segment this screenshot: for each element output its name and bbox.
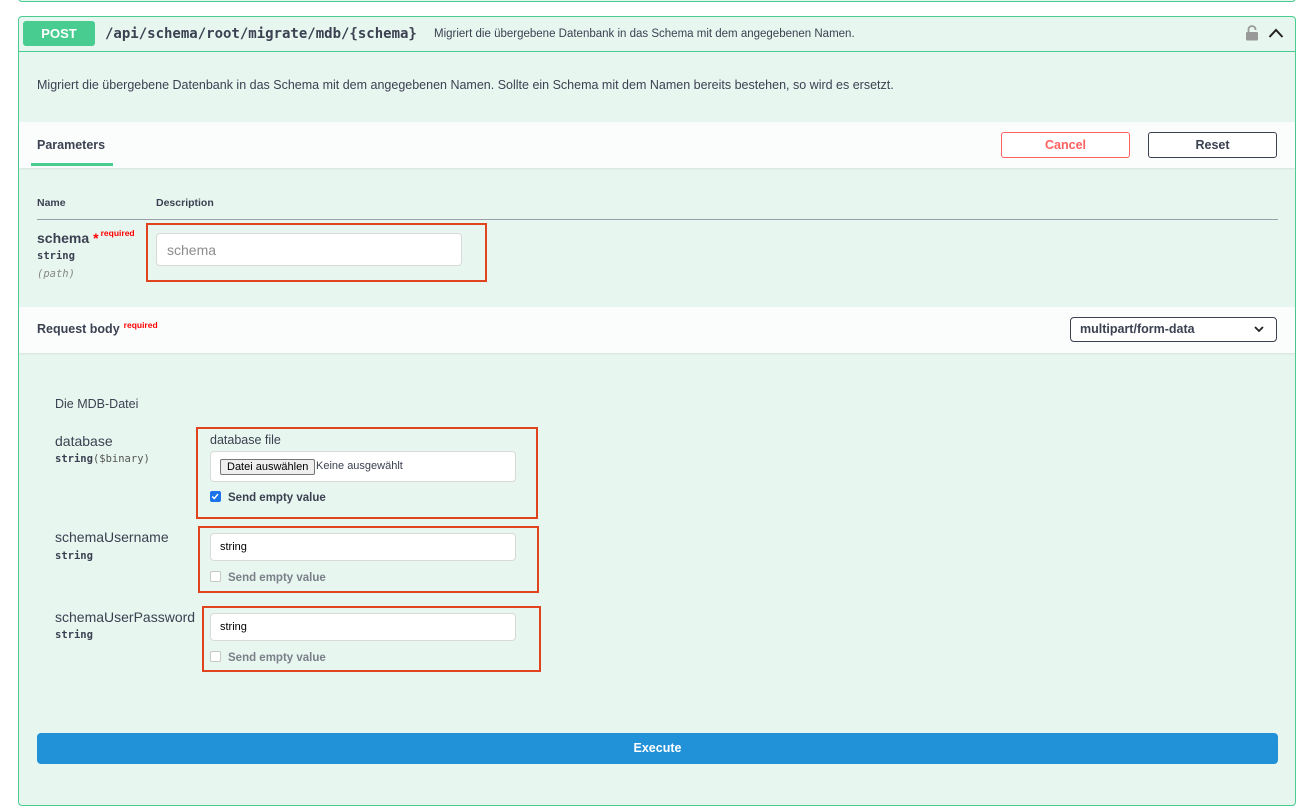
- schemauserpassword-input[interactable]: [210, 613, 516, 641]
- file-status: Keine ausgewählt: [316, 460, 403, 472]
- param-location: (path): [37, 268, 75, 280]
- send-empty-label: Send empty value: [228, 492, 326, 504]
- param-name: schema * required: [37, 228, 135, 246]
- check-icon: [211, 493, 219, 500]
- field-type-schemausername: string: [55, 550, 93, 562]
- chevron-up-icon[interactable]: [1268, 26, 1284, 40]
- request-body-header: Request body required multipart/form-data: [19, 307, 1295, 353]
- content-type-select[interactable]: multipart/form-data: [1070, 317, 1277, 342]
- http-method-badge: POST: [23, 21, 95, 46]
- previous-opblock-edge: [18, 0, 1296, 2]
- execute-button[interactable]: Execute: [37, 733, 1278, 764]
- file-field-label: database file: [210, 433, 281, 447]
- choose-file-button[interactable]: Datei auswählen: [220, 459, 316, 475]
- field-type-text: string: [55, 453, 93, 465]
- schemausername-input[interactable]: [210, 533, 516, 561]
- chevron-down-icon: [1254, 326, 1264, 333]
- field-format: ($binary): [92, 453, 150, 465]
- send-empty-label: Send empty value: [228, 572, 326, 584]
- field-name-schemauserpassword: schemaUserPassword: [55, 609, 196, 625]
- operation-path: /api/schema/root/migrate/mdb/{schema}: [105, 26, 417, 42]
- operation-summary[interactable]: POST /api/schema/root/migrate/mdb/{schem…: [19, 17, 1295, 52]
- schema-description: Die MDB-Datei: [55, 397, 139, 411]
- request-body-title: Request body required: [37, 320, 158, 336]
- operation-summary-text: Migriert die übergebene Datenbank in das…: [434, 28, 855, 40]
- column-header-name: Name: [37, 197, 66, 209]
- required-star: *: [93, 230, 99, 246]
- cancel-button[interactable]: Cancel: [1001, 132, 1130, 158]
- param-type: string: [37, 250, 75, 262]
- field-type-database: string($binary): [55, 453, 150, 465]
- schema-input[interactable]: [156, 233, 462, 266]
- required-label: required: [123, 320, 158, 330]
- send-empty-checkbox[interactable]: [210, 571, 221, 582]
- operation-block-post: POST /api/schema/root/migrate/mdb/{schem…: [18, 16, 1296, 806]
- file-input[interactable]: Datei auswählen Keine ausgewählt: [210, 451, 516, 482]
- content-type-value: multipart/form-data: [1080, 322, 1195, 336]
- lock-icon[interactable]: [1245, 25, 1259, 41]
- table-divider: [37, 219, 1278, 220]
- param-name-text: schema: [37, 230, 90, 246]
- parameters-header: Parameters Cancel Reset: [19, 122, 1295, 168]
- send-empty-label: Send empty value: [228, 652, 326, 664]
- operation-description: Migriert die übergebene Datenbank in das…: [37, 78, 894, 92]
- tab-parameters[interactable]: Parameters: [37, 138, 105, 152]
- field-name-schemausername: schemaUsername: [55, 529, 169, 545]
- field-type-schemauserpassword: string: [55, 629, 93, 641]
- request-body-title-text: Request body: [37, 322, 120, 336]
- field-name-database: database: [55, 433, 113, 449]
- required-label: required: [100, 228, 135, 238]
- column-header-description: Description: [156, 197, 214, 209]
- send-empty-checkbox[interactable]: [210, 491, 221, 502]
- active-tab-indicator: [31, 163, 113, 166]
- send-empty-checkbox[interactable]: [210, 651, 221, 662]
- reset-button[interactable]: Reset: [1148, 132, 1277, 158]
